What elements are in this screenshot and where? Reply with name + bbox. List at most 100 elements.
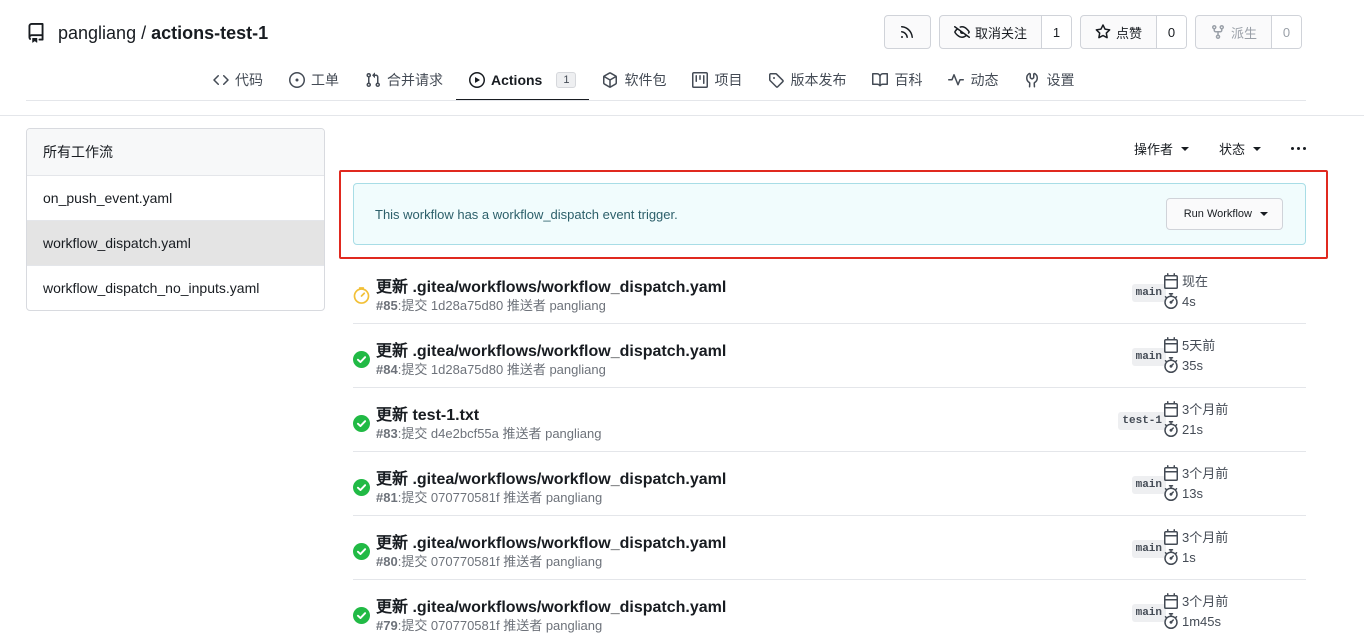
run-title-link[interactable]: 更新 test-1.txt	[376, 401, 479, 425]
run-number[interactable]: #85	[376, 298, 398, 313]
run-duration-text: 4s	[1182, 293, 1196, 309]
tab-pull-requests[interactable]: 合并请求	[352, 60, 456, 100]
run-time-text: 3个月前	[1182, 466, 1229, 481]
more-options-icon[interactable]	[1291, 147, 1306, 150]
run-duration: 1s	[1163, 549, 1196, 565]
sidebar-item-on-push-event[interactable]: on_push_event.yaml	[27, 175, 324, 220]
star-label: 点赞	[1115, 25, 1142, 41]
run-time: 5天前	[1163, 335, 1215, 354]
run-row[interactable]: 更新 test-1.txt #83:提交 d4e2bcf55a 推送者 pang…	[353, 388, 1306, 452]
run-branch-label[interactable]: main	[1131, 284, 1166, 302]
stopwatch-icon	[1163, 293, 1179, 309]
run-title-link[interactable]: 更新 .gitea/workflows/workflow_dispatch.ya…	[376, 593, 726, 617]
run-meta: #80:提交 070770581f 推送者 pangliang	[376, 551, 602, 570]
tab-code[interactable]: 代码	[200, 60, 276, 100]
repo-name-link[interactable]: actions-test-1	[151, 23, 268, 44]
run-commit-info: :提交 070770581f 推送者 pangliang	[397, 618, 603, 633]
actor-filter-label: 操作者	[1133, 142, 1173, 157]
repo-title: pangliang / actions-test-1	[26, 20, 268, 46]
workflow-sidebar: 所有工作流 on_push_event.yaml workflow_dispat…	[26, 128, 325, 311]
tab-pull-requests-label: 合并请求	[387, 72, 443, 88]
run-time: 3个月前	[1163, 399, 1228, 418]
run-branch-label[interactable]: main	[1131, 540, 1166, 558]
sidebar-item-workflow-dispatch-no-inputs[interactable]: workflow_dispatch_no_inputs.yaml	[27, 265, 324, 310]
eye-closed-icon	[953, 24, 970, 40]
forks-count[interactable]: 0	[1271, 16, 1301, 48]
run-meta: #81:提交 070770581f 推送者 pangliang	[376, 487, 602, 506]
run-title-link[interactable]: 更新 .gitea/workflows/workflow_dispatch.ya…	[376, 465, 726, 489]
tab-wiki[interactable]: 百科	[859, 60, 935, 100]
run-number[interactable]: #84	[376, 362, 398, 377]
stopwatch-icon	[1163, 549, 1179, 565]
tab-activity[interactable]: 动态	[935, 60, 1011, 100]
repo-separator: /	[141, 22, 147, 43]
tag-icon	[768, 72, 785, 88]
run-number[interactable]: #79	[376, 618, 398, 633]
run-time: 现在	[1163, 271, 1208, 290]
tab-projects[interactable]: 项目	[679, 60, 755, 100]
watchers-count[interactable]: 1	[1040, 16, 1071, 48]
status-filter-dropdown[interactable]: 状态	[1219, 139, 1261, 158]
actor-filter-dropdown[interactable]: 操作者	[1134, 139, 1189, 158]
run-title-link[interactable]: 更新 .gitea/workflows/workflow_dispatch.ya…	[376, 273, 726, 297]
run-meta: #84:提交 1d28a75d80 推送者 pangliang	[376, 359, 606, 378]
run-branch-label[interactable]: test-1	[1118, 412, 1166, 430]
pulse-icon	[948, 72, 965, 88]
run-number[interactable]: #81	[376, 490, 398, 505]
run-time: 3个月前	[1163, 463, 1228, 482]
tab-issues-label: 工单	[311, 72, 339, 88]
run-list: 更新 .gitea/workflows/workflow_dispatch.ya…	[353, 260, 1306, 641]
tab-issues[interactable]: 工单	[276, 60, 352, 100]
calendar-icon	[1163, 272, 1179, 289]
tab-settings[interactable]: 设置	[1011, 60, 1087, 100]
star-button[interactable]: 点赞	[1081, 16, 1156, 48]
stars-count[interactable]: 0	[1155, 16, 1186, 48]
running-status-icon	[353, 287, 370, 304]
run-title-link[interactable]: 更新 .gitea/workflows/workflow_dispatch.ya…	[376, 529, 726, 553]
run-branch-label[interactable]: main	[1131, 348, 1166, 366]
success-check-icon	[353, 351, 370, 368]
success-check-icon	[353, 415, 370, 432]
run-commit-info: :提交 1d28a75d80 推送者 pangliang	[397, 298, 606, 313]
repo-action-buttons: 取消关注 1 点赞 0 派生 0	[883, 15, 1302, 49]
run-row[interactable]: 更新 .gitea/workflows/workflow_dispatch.ya…	[353, 324, 1306, 388]
run-workflow-button[interactable]: Run Workflow	[1165, 198, 1283, 230]
stopwatch-icon	[1163, 613, 1179, 629]
repo-owner-link[interactable]: pangliang	[58, 23, 136, 44]
fork-label: 派生	[1230, 25, 1257, 41]
success-check-icon	[353, 479, 370, 496]
tab-releases[interactable]: 版本发布	[755, 60, 859, 100]
run-duration: 35s	[1163, 357, 1203, 373]
run-duration: 4s	[1163, 293, 1196, 309]
chevron-down-icon	[1180, 146, 1189, 151]
run-row[interactable]: 更新 .gitea/workflows/workflow_dispatch.ya…	[353, 580, 1306, 641]
rss-button[interactable]	[883, 15, 931, 49]
run-workflow-label: Run Workflow	[1183, 208, 1252, 220]
run-time: 3个月前	[1163, 527, 1228, 546]
sidebar-item-workflow-dispatch[interactable]: workflow_dispatch.yaml	[27, 220, 324, 265]
star-icon	[1095, 24, 1111, 40]
run-title-link[interactable]: 更新 .gitea/workflows/workflow_dispatch.ya…	[376, 337, 726, 361]
stopwatch-icon	[1163, 421, 1179, 437]
tab-actions[interactable]: Actions 1	[456, 60, 590, 101]
calendar-icon	[1163, 400, 1179, 417]
run-number[interactable]: #83	[376, 426, 398, 441]
run-row[interactable]: 更新 .gitea/workflows/workflow_dispatch.ya…	[353, 452, 1306, 516]
run-branch-label[interactable]: main	[1131, 476, 1166, 494]
run-filters: 操作者 状态	[1134, 139, 1306, 158]
run-time-text: 3个月前	[1182, 530, 1229, 545]
stopwatch-icon	[1163, 357, 1179, 373]
fork-button[interactable]: 派生	[1196, 16, 1271, 48]
run-branch-label[interactable]: main	[1131, 604, 1166, 622]
run-number[interactable]: #80	[376, 554, 398, 569]
unwatch-button[interactable]: 取消关注	[940, 16, 1041, 48]
run-row[interactable]: 更新 .gitea/workflows/workflow_dispatch.ya…	[353, 260, 1306, 324]
actions-count-badge: 1	[556, 72, 577, 88]
success-check-icon	[353, 543, 370, 560]
chevron-down-icon	[1253, 146, 1261, 151]
tab-packages[interactable]: 软件包	[589, 60, 679, 100]
run-row[interactable]: 更新 .gitea/workflows/workflow_dispatch.ya…	[353, 516, 1306, 580]
calendar-icon	[1163, 464, 1179, 481]
dispatch-message-text: This workflow has a workflow_dispatch ev…	[375, 206, 678, 222]
sidebar-item-all-workflows[interactable]: 所有工作流	[27, 129, 324, 175]
